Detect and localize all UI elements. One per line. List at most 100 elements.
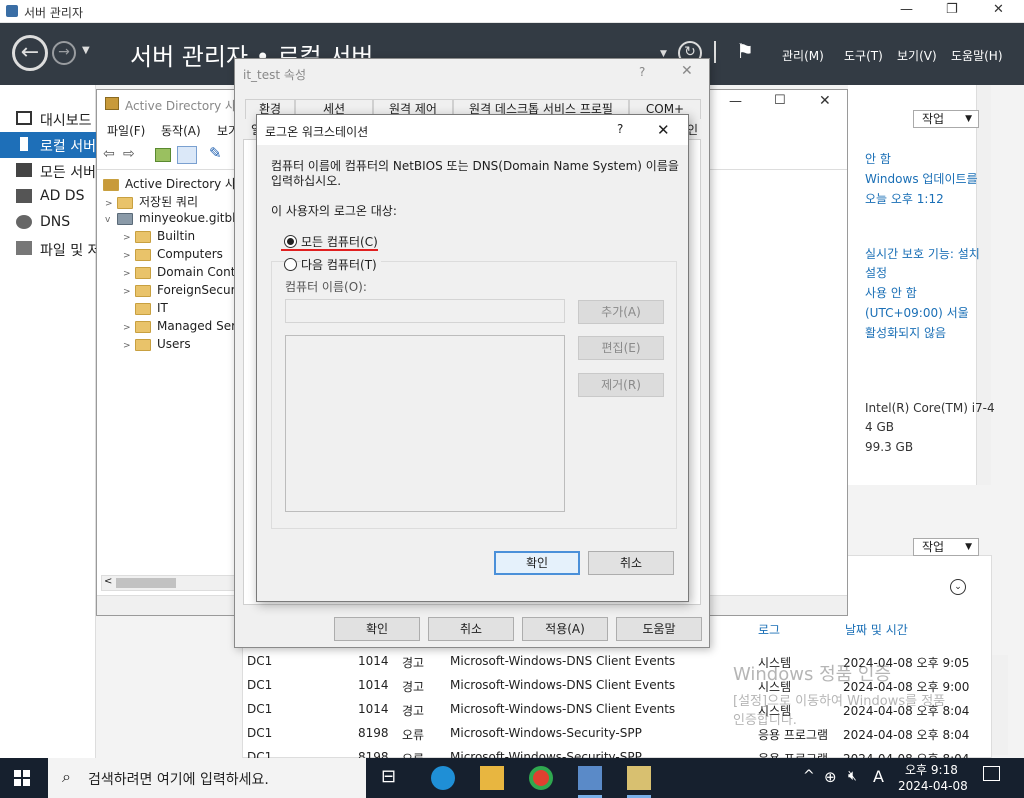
notifications-flag-icon[interactable]: ⚑ [736,39,754,63]
file-explorer-icon[interactable] [480,766,504,790]
clock-time[interactable]: 오후 9:18 [905,761,958,778]
dashboard-icon [16,111,32,125]
menu-view[interactable]: 보기(V) [897,47,937,64]
back-arrow-icon[interactable]: ⇦ [103,146,115,162]
forward-arrow-icon[interactable]: ⇨ [123,146,135,162]
value-timezone[interactable]: (UTC+09:00) 서울 [865,304,969,321]
properties-help-button[interactable]: ? [639,65,645,79]
properties-close-button[interactable]: ✕ [681,63,693,79]
menu-file[interactable]: 파일(F) [107,122,145,139]
logon-close-button[interactable]: ✕ [657,121,670,139]
nav-dns[interactable]: DNS [0,210,96,236]
option-following-computers-label[interactable]: 다음 컴퓨터(T) [301,256,381,273]
close-button[interactable]: ✕ [993,2,1004,17]
value-windows-update[interactable]: Windows 업데이트를 [865,170,978,187]
domain-icon [117,212,133,225]
nav-all-servers[interactable]: 모든 서버 [0,158,96,184]
properties-help-btn[interactable]: 도움말 [616,617,702,641]
value-activation[interactable]: 활성화되지 않음 [865,324,946,341]
chrome-icon[interactable] [529,766,553,790]
chevron-right-icon: > [123,233,131,243]
tree-managed-service-accounts[interactable]: >Managed Service Accounts [123,319,241,337]
value-last-checked[interactable]: 오늘 오후 1:12 [865,190,944,207]
console-tree-icon[interactable] [177,146,197,164]
tree-computers[interactable]: > Computers [123,247,223,265]
chevron-down-icon: v [105,215,111,225]
tasks-button-events[interactable]: 작업 ▼ [913,538,979,556]
search-icon: ⌕ [62,767,71,786]
option-all-computers-label[interactable]: 모든 컴퓨터(C) [301,233,378,250]
up-folder-icon[interactable] [155,148,171,162]
annotation-underline [281,249,378,251]
nav-file-storage[interactable]: 파일 및 저 [0,236,100,262]
minimize-button[interactable]: — [900,2,913,17]
tree-it[interactable]: IT [123,301,168,319]
radio-following-computers[interactable] [284,258,297,271]
tree-foreign-security[interactable]: >ForeignSecurityPrincipals [123,283,241,301]
folder-icon [135,338,151,351]
tree-saved-queries[interactable]: > 저장된 쿼리 [105,193,198,211]
history-dropdown-icon[interactable]: ▼ [82,45,90,56]
table-row[interactable]: DC1 8198 오류 Microsoft-Windows-Security-S… [242,746,982,758]
menu-help[interactable]: 도움말(H) [951,47,1003,64]
column-header-datetime[interactable]: 날짜 및 시간 [845,621,908,638]
events-scrollbar[interactable] [992,655,1008,755]
column-header-log[interactable]: 로그 [758,621,780,638]
value-settings[interactable]: 설정 [865,264,887,281]
value-defender[interactable]: 실시간 보호 기능: 설치 [865,245,980,262]
radio-all-computers[interactable] [284,235,297,248]
expand-icon[interactable]: ⌄ [950,579,966,595]
tree-users[interactable]: > Users [123,337,191,355]
task-view-icon[interactable]: ⊟ [381,766,405,790]
computer-list[interactable] [285,335,565,512]
tasks-button-top[interactable]: 작업 ▼ [913,110,979,128]
properties-cancel-button[interactable]: 취소 [428,617,514,641]
logon-help-button[interactable]: ? [617,122,623,136]
edge-icon[interactable] [431,766,455,790]
properties-apply-button[interactable]: 적용(A) [522,617,608,641]
value-ie-esc[interactable]: 사용 안 함 [865,284,917,301]
notification-center-icon[interactable] [983,766,1000,781]
folder-icon [135,230,151,243]
ad-maximize-button[interactable]: ☐ [774,93,786,108]
tree-domain[interactable]: v minyeokue.gitblog [105,211,241,229]
value-memory: 4 GB [865,420,894,434]
menu-tools[interactable]: 도구(T) [844,47,883,64]
tree-root[interactable]: Active Directory 사용자 및 컴퓨터 [103,175,241,193]
folder-icon [135,248,151,261]
server-manager-taskbar-icon[interactable] [578,766,602,790]
value-feedback[interactable]: 안 함 [865,150,891,167]
tray-chevron-icon[interactable]: ^ [803,768,815,784]
windows-start-icon[interactable] [14,770,30,786]
ad-close-button[interactable]: ✕ [819,93,831,109]
properties-scrollbar[interactable] [976,85,991,485]
tree-horizontal-scrollbar[interactable]: < [101,575,235,591]
properties-ok-button[interactable]: 확인 [334,617,420,641]
computer-name-input[interactable] [285,299,565,323]
ime-indicator[interactable]: A [873,767,884,786]
back-button[interactable]: ← [12,35,48,71]
nav-ad-ds[interactable]: AD DS [0,184,96,210]
menu-action[interactable]: 동작(A) [161,122,201,139]
wand-icon[interactable]: ✎ [209,144,222,162]
menu-manage[interactable]: 관리(M) [782,47,824,64]
clock-date[interactable]: 2024-04-08 [898,779,968,793]
nav-local-server[interactable]: 로컬 서버 [0,132,96,158]
add-button[interactable]: 추가(A) [578,300,664,324]
network-icon[interactable]: ⊕ [824,768,837,786]
maximize-button[interactable]: ❐ [946,2,958,17]
forward-button[interactable]: → [52,41,76,65]
volume-muted-icon[interactable]: 🔇︎ [848,768,857,784]
edit-button[interactable]: 편집(E) [578,336,664,360]
remove-button[interactable]: 제거(R) [578,373,664,397]
nav-dashboard[interactable]: 대시보드 [0,106,96,132]
ad-minimize-button[interactable]: — [729,94,742,109]
taskbar-search[interactable]: ⌕ 검색하려면 여기에 입력하세요. [48,758,366,798]
scroll-thumb[interactable] [116,578,176,588]
logon-cancel-button[interactable]: 취소 [588,551,674,575]
tree-builtin[interactable]: > Builtin [123,229,195,247]
tree-domain-controllers[interactable]: >Domain Controllers [123,265,241,283]
ad-taskbar-icon[interactable] [627,766,651,790]
logon-ok-button[interactable]: 확인 [494,551,580,575]
scroll-left-icon[interactable]: < [104,576,112,587]
